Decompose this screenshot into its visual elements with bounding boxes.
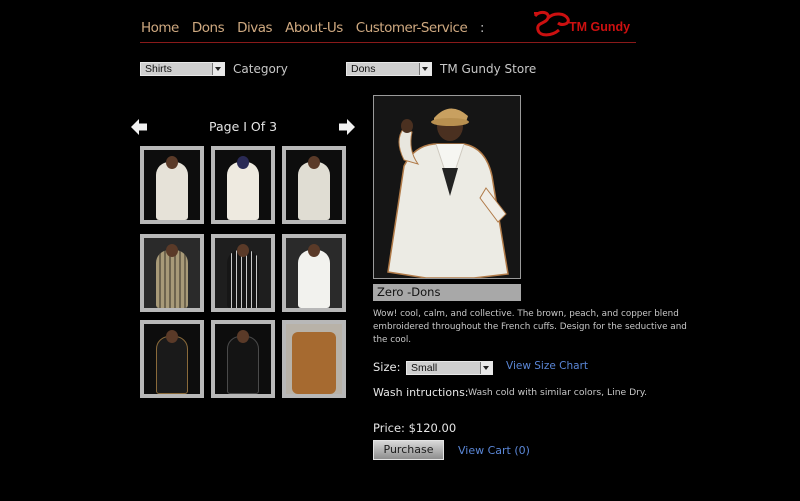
chevron-down-icon: [212, 63, 224, 75]
store-select[interactable]: Dons: [346, 62, 432, 76]
thumbnail-image: [286, 150, 342, 220]
size-chart-link[interactable]: View Size Chart: [506, 360, 588, 372]
product-thumbnail[interactable]: [282, 234, 346, 312]
page-indicator: Page I Of 3: [209, 119, 278, 134]
prev-page-arrow-icon[interactable]: [130, 118, 148, 136]
view-cart-link[interactable]: View Cart (0): [458, 444, 530, 457]
nav-separator: :: [480, 21, 485, 36]
thumbnail-image: [144, 150, 200, 220]
category-select[interactable]: Shirts: [140, 62, 225, 76]
product-thumbnail[interactable]: [282, 146, 346, 224]
thumbnail-image: [215, 150, 271, 220]
product-photo: [374, 96, 520, 278]
product-thumbnail[interactable]: [140, 146, 204, 224]
product-thumbnail[interactable]: [211, 234, 275, 312]
price-label: Price:: [373, 421, 405, 435]
product-thumbnail[interactable]: [140, 320, 204, 398]
nav-customer-service[interactable]: Customer-Service: [356, 20, 468, 36]
thumbnail-image: [215, 324, 271, 394]
logo-text: TM Gundy: [569, 20, 631, 34]
store-select-value: Dons: [351, 63, 376, 75]
nav-dons[interactable]: Dons: [192, 20, 225, 36]
next-page-arrow-icon[interactable]: [338, 118, 356, 136]
brand-logo[interactable]: TM Gundy: [532, 8, 636, 40]
thumbnail-image: [144, 324, 200, 394]
product-name: Zero -Dons: [373, 284, 521, 301]
chevron-down-icon: [480, 362, 492, 374]
thumbnail-image: [144, 238, 200, 308]
product-description: Wow! cool, calm, and collective. The bro…: [373, 309, 687, 345]
thumbnail-image: [286, 238, 342, 308]
category-select-value: Shirts: [145, 63, 172, 75]
size-label: Size:: [373, 360, 401, 374]
purchase-button[interactable]: Purchase: [373, 440, 444, 460]
product-thumbnail[interactable]: [211, 320, 275, 398]
nav-home[interactable]: Home: [141, 20, 179, 36]
product-thumbnail[interactable]: [282, 320, 346, 398]
product-thumbnail[interactable]: [140, 234, 204, 312]
thumbnail-image: [286, 324, 342, 394]
top-nav: Home Dons Divas About-Us Customer-Servic…: [140, 10, 636, 43]
category-label: Category: [233, 62, 288, 76]
nav-about-us[interactable]: About-Us: [285, 20, 343, 36]
store-label: TM Gundy Store: [440, 62, 537, 76]
nav-links: Home Dons Divas About-Us Customer-Servic…: [141, 20, 480, 36]
logo-swoosh-icon: [533, 10, 570, 37]
size-select-value: Small: [411, 362, 438, 374]
chevron-down-icon: [419, 63, 431, 75]
wash-instructions: Wash cold with similar colors, Line Dry.: [468, 387, 647, 398]
wash-label: Wash intructions:: [373, 386, 469, 399]
size-select[interactable]: Small: [406, 361, 493, 375]
nav-divas[interactable]: Divas: [237, 20, 272, 36]
thumbnail-image: [215, 238, 271, 308]
main-product-image: [373, 95, 521, 279]
price-value: $120.00: [408, 421, 457, 435]
price: Price: $120.00: [373, 421, 456, 435]
product-thumbnail[interactable]: [211, 146, 275, 224]
